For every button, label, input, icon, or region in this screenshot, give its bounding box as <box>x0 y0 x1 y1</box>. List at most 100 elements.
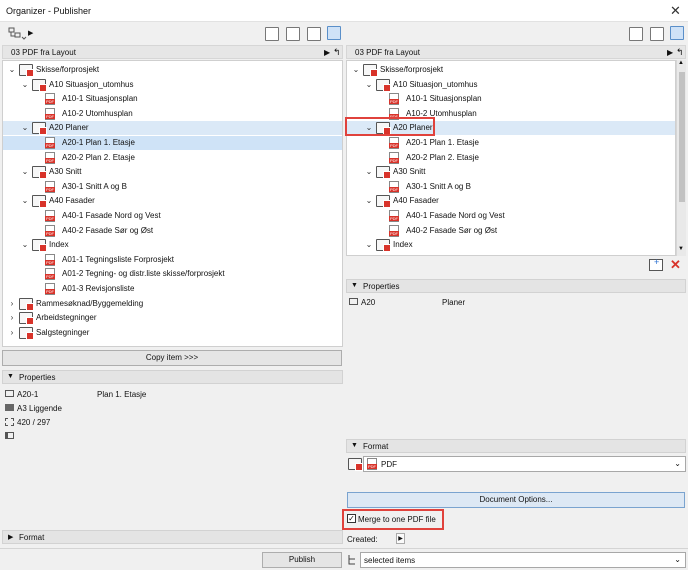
pdf-file-icon <box>389 224 399 237</box>
chevron-down-icon[interactable]: ⌄ <box>364 194 374 208</box>
right-path-arrow-icon[interactable]: ▶ <box>667 48 673 57</box>
left-path-arrow-icon[interactable]: ▶ <box>324 48 330 57</box>
right-path-up-icon[interactable]: ↰ <box>676 47 684 58</box>
tree-row[interactable]: A10-1 Situasjonsplan <box>3 92 342 106</box>
target-select[interactable]: selected items ⌄ <box>360 552 686 568</box>
copy-item-button[interactable]: Copy item >>> <box>2 350 342 366</box>
left-path-bar[interactable]: 03 PDF fra Layout ▶ ↰ <box>2 45 343 59</box>
book-icon <box>5 432 14 439</box>
right-path-bar[interactable]: 03 PDF fra Layout ▶ ↰ <box>346 45 686 59</box>
scroll-thumb[interactable] <box>679 72 685 202</box>
right-collapse-triangle-icon[interactable]: ▼ <box>351 282 358 289</box>
tree-item-label: A40 Fasader <box>49 196 95 206</box>
tree-row[interactable]: ⌄ A30 Snitt <box>347 165 675 180</box>
tree-options-icon[interactable] <box>8 27 28 41</box>
chevron-down-icon[interactable]: ⌄ <box>20 78 30 92</box>
tree-row[interactable]: ⌄ A30 Snitt <box>3 165 342 180</box>
tree-item-label: A20-2 Plan 2. Etasje <box>62 152 135 162</box>
created-label: Created: <box>347 535 378 544</box>
tree-row[interactable]: A20-1 Plan 1. Etasje <box>3 136 342 150</box>
tree-row[interactable]: A20-1 Plan 1. Etasje <box>347 136 675 150</box>
format-collapse-triangle-icon[interactable]: ▼ <box>351 442 358 449</box>
tree-item-label: Salgstegninger <box>36 327 90 337</box>
chevron-right-icon[interactable]: › <box>7 311 17 325</box>
target-chevron-down-icon[interactable]: ⌄ <box>674 555 681 564</box>
scroll-down-icon[interactable]: ▼ <box>678 246 684 252</box>
tree-item-label: Rammesøknad/Byggemelding <box>36 298 144 308</box>
expand-triangle-icon[interactable]: ▶ <box>8 533 13 541</box>
close-icon[interactable]: ✕ <box>670 3 681 19</box>
chevron-down-icon[interactable]: ⌄ <box>20 121 30 135</box>
tree-row[interactable]: ⌄ A40 Fasader <box>347 194 675 209</box>
chevron-down-icon[interactable]: ⌄ <box>20 194 30 208</box>
chevron-down-icon[interactable]: ⌄ <box>351 63 361 77</box>
right-tree-panel[interactable]: ⌄ Skisse/forprosjekt ⌄ A10 Situasjon_utomhu… <box>346 60 676 256</box>
folder-set-icon <box>19 64 34 77</box>
publish-button[interactable]: Publish <box>262 552 342 568</box>
tree-row[interactable]: ⌄ Index <box>3 238 342 253</box>
chevron-down-icon[interactable]: ⌄ <box>364 238 374 252</box>
tree-row[interactable]: ⌄ A40 Fasader <box>3 194 342 209</box>
tree-item-label: A20-1 Plan 1. Etasje <box>62 138 135 147</box>
right-layout-book-icon[interactable] <box>650 27 664 41</box>
left-format-header[interactable]: ▶ Format <box>2 530 343 544</box>
tree-row[interactable]: A30-1 Snitt A og B <box>347 180 675 194</box>
tree-row[interactable]: ⌄ Skisse/forprosjekt <box>347 63 675 77</box>
pdf-file-icon <box>45 151 55 164</box>
left-tree-panel[interactable]: ⌄ Skisse/forprosjekt ⌄ A10 Situasjon_utomhu… <box>2 60 343 347</box>
created-arrow-icon[interactable]: ▶ <box>396 533 405 544</box>
chevron-down-icon[interactable]: ⌄ <box>364 78 374 92</box>
format-select[interactable]: PDF ⌄ <box>363 456 686 472</box>
tree-row[interactable]: ⌄ A10 Situasjon_utomhus <box>3 78 342 92</box>
tree-row[interactable]: ⌄ A20 Planer <box>3 121 342 136</box>
right-publisher-sets-icon[interactable] <box>670 26 684 40</box>
tree-row[interactable]: A40-1 Fasade Nord og Vest <box>3 209 342 223</box>
view-map-icon[interactable] <box>286 27 300 41</box>
pdf-file-icon <box>389 93 399 106</box>
chevron-right-icon[interactable]: › <box>7 326 17 340</box>
tree-options-arrow-icon[interactable]: ▶ <box>28 29 33 37</box>
chevron-down-icon[interactable]: ⌄ <box>7 63 17 77</box>
chevron-down-icon[interactable]: ⌄ <box>20 238 30 252</box>
tree-row[interactable]: A01-1 Tegningsliste Forprosjekt <box>3 253 342 267</box>
tree-row[interactable]: ⌄ Skisse/forprosjekt <box>3 63 342 77</box>
pdf-file-icon <box>45 137 55 149</box>
pdf-file-icon <box>45 283 55 295</box>
right-tree-scrollbar[interactable]: ▲ ▼ <box>676 60 686 256</box>
chevron-right-icon[interactable]: › <box>7 297 17 311</box>
right-format-header[interactable]: ▼ Format <box>346 439 686 453</box>
tree-row[interactable]: A01-2 Tegning- og distr.liste skisse/for… <box>3 267 342 281</box>
left-properties-header[interactable]: ▼ Properties <box>2 370 343 384</box>
tree-row[interactable]: › Arbeidstegninger <box>3 311 342 326</box>
delete-icon[interactable]: ✕ <box>670 257 681 273</box>
layout-book-icon[interactable] <box>307 27 321 41</box>
tree-row[interactable]: ⌄ A10 Situasjon_utomhus <box>347 78 675 92</box>
chevron-down-icon[interactable]: ⌄ <box>364 165 374 179</box>
tree-item-label: A30 Snitt <box>49 167 82 177</box>
tree-row[interactable]: ⌄ Index <box>347 238 675 253</box>
tree-row[interactable]: A20-2 Plan 2. Etasje <box>347 151 675 165</box>
right-properties-header[interactable]: ▼ Properties <box>346 279 686 293</box>
tree-item-label: A10 Situasjon_utomhus <box>49 79 134 89</box>
collapse-triangle-icon[interactable]: ▼ <box>7 373 14 380</box>
tree-row[interactable]: A40-2 Fasade Sør og Øst <box>347 224 675 238</box>
document-options-button[interactable]: Document Options... <box>347 492 685 508</box>
tree-row[interactable]: A40-1 Fasade Nord og Vest <box>347 209 675 223</box>
tree-row[interactable]: A40-2 Fasade Sør og Øst <box>3 224 342 238</box>
tree-row[interactable]: A10-1 Situasjonsplan <box>347 92 675 106</box>
tree-row[interactable]: A20-2 Plan 2. Etasje <box>3 151 342 165</box>
new-folder-icon[interactable]: + <box>649 257 663 271</box>
left-path-up-icon[interactable]: ↰ <box>333 47 341 58</box>
tree-row[interactable]: A01-3 Revisjonsliste <box>3 282 342 296</box>
tree-row[interactable]: A10-2 Utomhusplan <box>3 107 342 121</box>
scroll-up-icon[interactable]: ▲ <box>678 60 684 66</box>
tree-row[interactable]: A30-1 Snitt A og B <box>3 180 342 194</box>
tree-row[interactable]: › Rammesøknad/Byggemelding <box>3 297 342 311</box>
chevron-down-icon[interactable]: ⌄ <box>674 459 681 468</box>
pdf-file-icon <box>45 210 55 222</box>
tree-row[interactable]: › Salgstegninger <box>3 326 342 340</box>
right-view-map-icon[interactable] <box>629 27 643 41</box>
publisher-sets-icon[interactable] <box>327 26 341 40</box>
project-map-icon[interactable] <box>265 27 279 41</box>
chevron-down-icon[interactable]: ⌄ <box>20 165 30 179</box>
